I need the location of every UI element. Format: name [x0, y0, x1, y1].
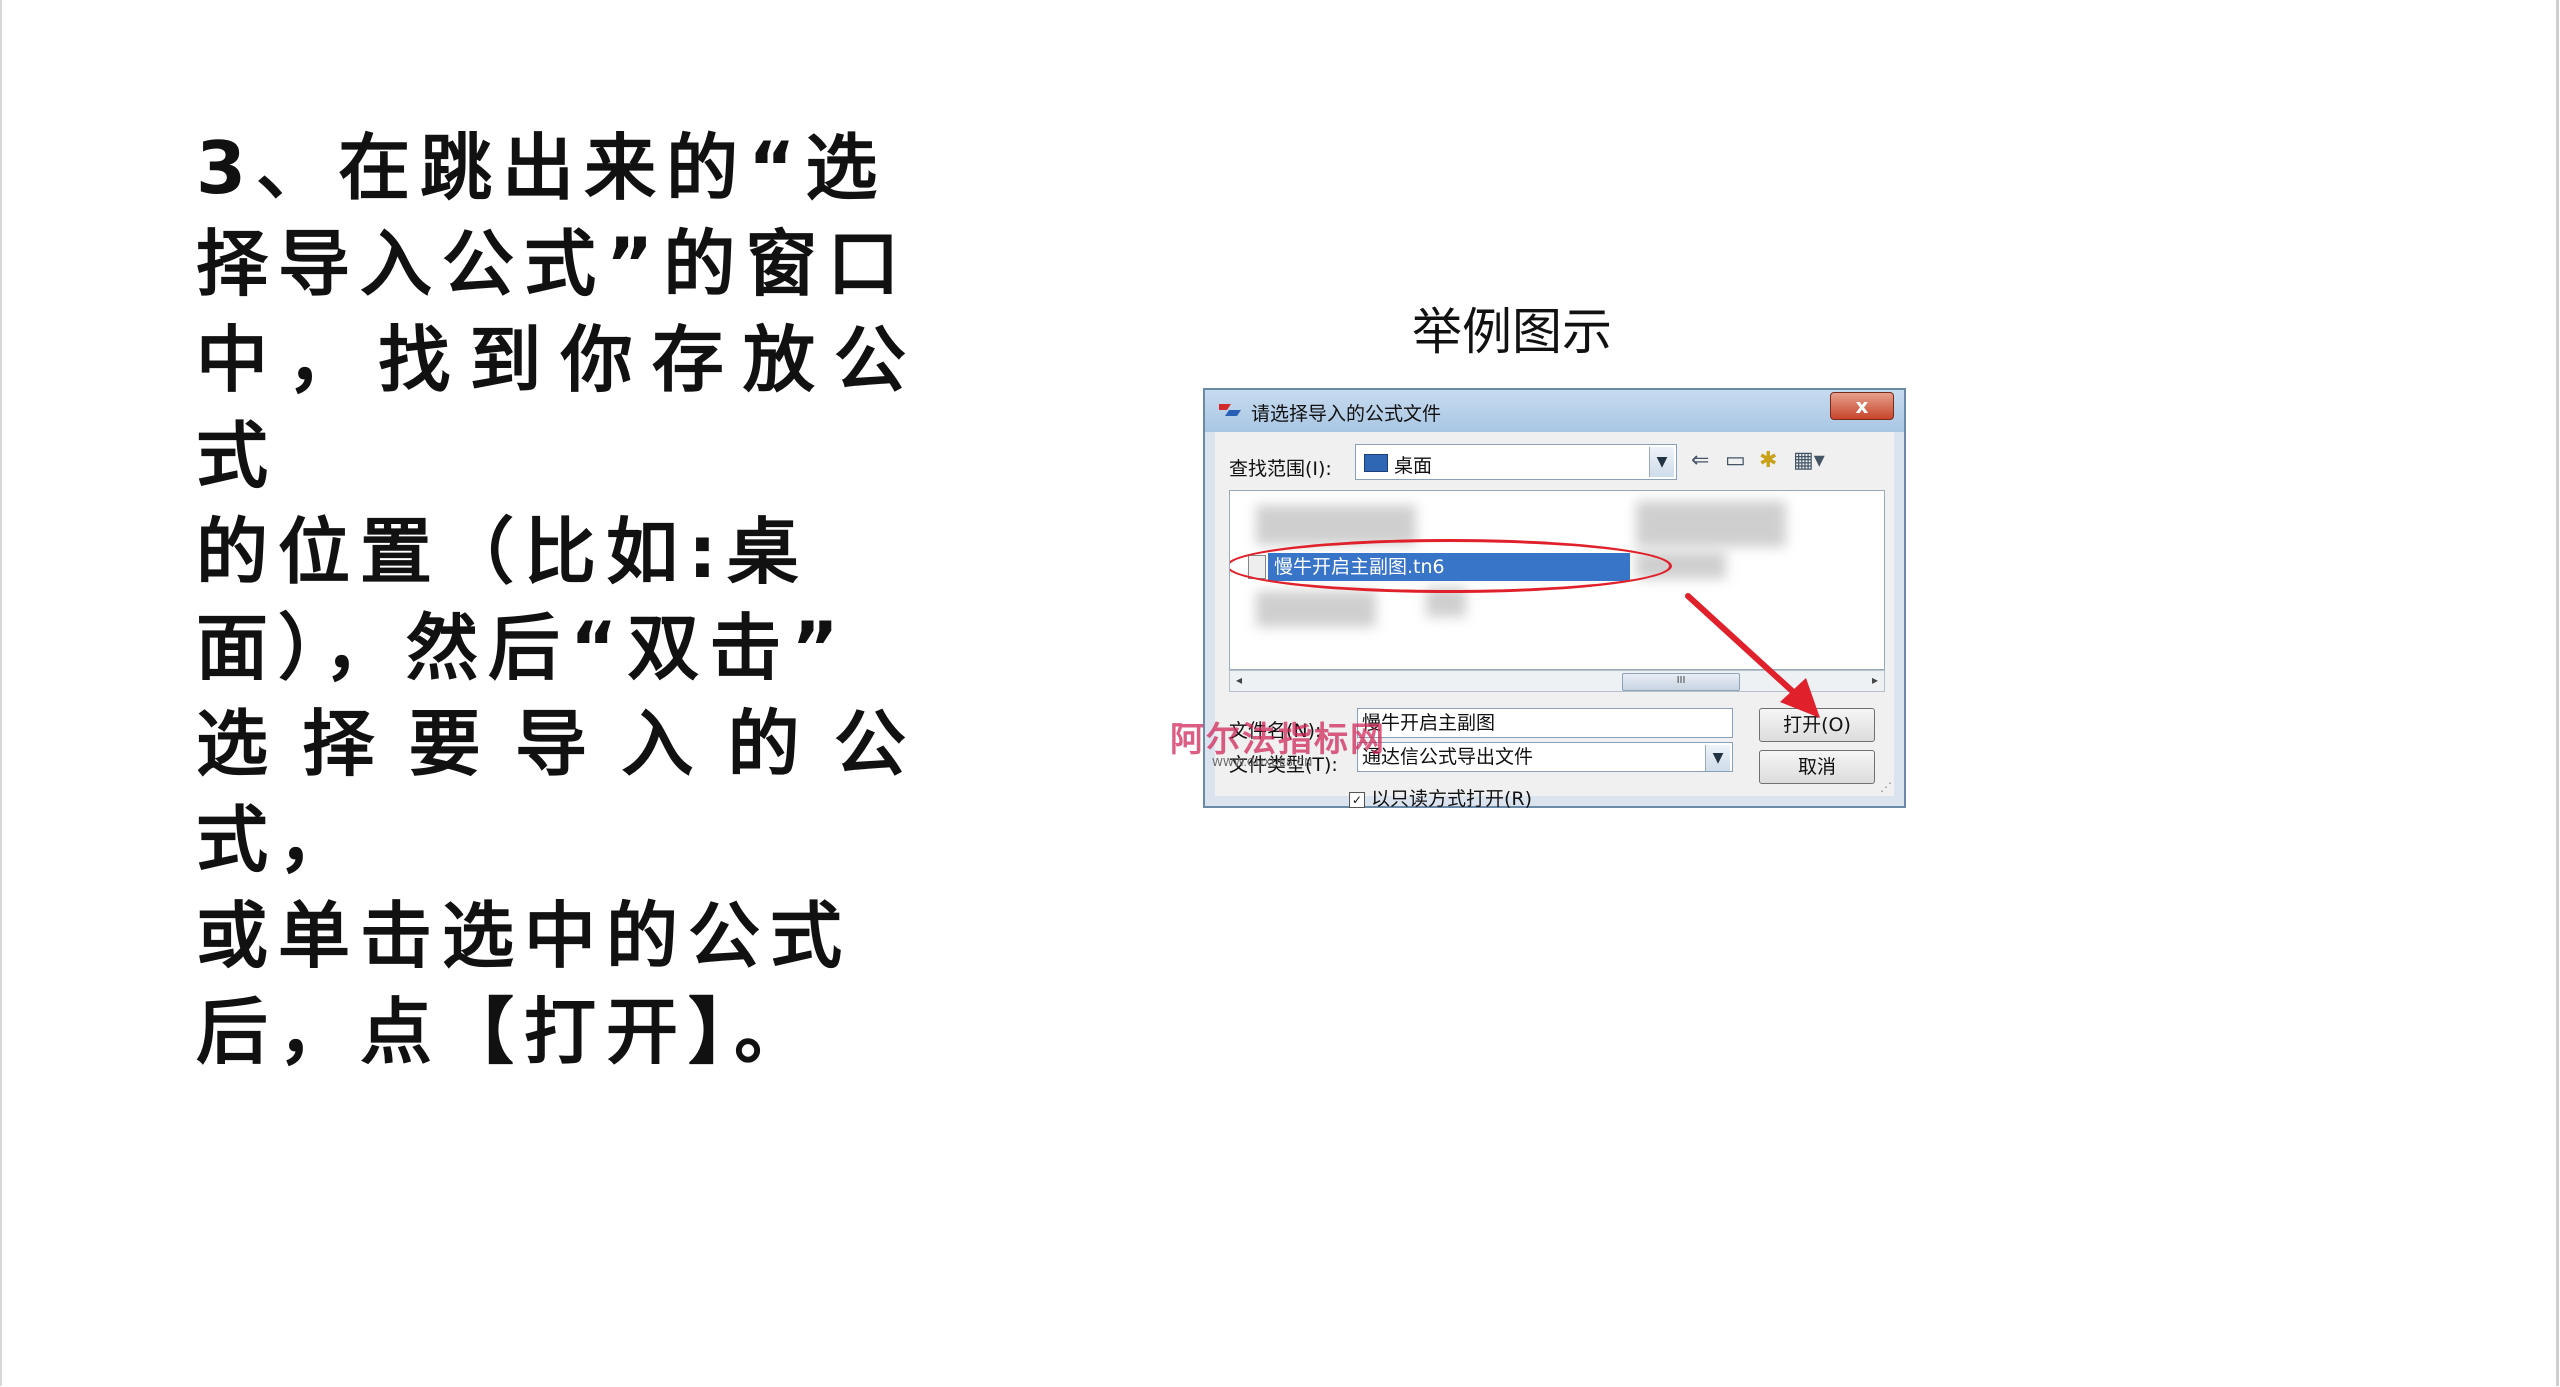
cancel-button[interactable]: 取消 [1759, 750, 1875, 784]
view-menu-icon[interactable]: ▦▾ [1793, 448, 1825, 473]
scroll-right-icon[interactable]: ▸ [1872, 673, 1878, 687]
file-type-select[interactable]: 通达信公式导出文件 ▼ [1357, 742, 1733, 772]
instruction-line: 3、在跳出来的“选 [196, 126, 888, 210]
app-logo-icon [1219, 404, 1241, 416]
instruction-line: 的位置（比如:桌 [196, 510, 809, 594]
back-icon[interactable]: ⇐ [1691, 448, 1709, 473]
close-button[interactable]: x [1830, 392, 1894, 420]
readonly-checkbox-row[interactable]: ✓ 以只读方式打开(R) [1349, 784, 1532, 811]
chevron-down-icon[interactable]: ▼ [1649, 447, 1674, 477]
instruction-line: 择导入公式”的窗口 [196, 222, 910, 306]
instruction-line: 面），然后“双击” [196, 606, 849, 690]
file-name-input[interactable]: 慢牛开启主副图 [1357, 708, 1733, 738]
resize-grip-icon[interactable]: ⋰ [1880, 780, 1892, 794]
watermark-text: 阿尔法指标网 [1170, 720, 1386, 760]
file-type-value: 通达信公式导出文件 [1362, 746, 1534, 768]
up-folder-icon[interactable]: ▭ [1725, 448, 1746, 473]
instruction-text: 3、在跳出来的“选 择导入公式”的窗口 中，找到你存放公式 的位置（比如:桌 面… [196, 120, 916, 1080]
instruction-line: 后，点【打开】。 [196, 990, 817, 1074]
readonly-label: 以只读方式打开(R) [1371, 788, 1533, 810]
readonly-checkbox[interactable]: ✓ [1349, 791, 1365, 808]
example-caption: 举例图示 [1412, 303, 1612, 361]
instruction-line: 或单击选中的公式 [196, 894, 853, 978]
chevron-down-icon[interactable]: ▼ [1705, 745, 1730, 771]
desktop-icon [1364, 454, 1388, 472]
blurred-item [1256, 591, 1376, 627]
instruction-line: 中，找到你存放公式 [196, 318, 916, 498]
look-in-label: 查找范围(I): [1229, 458, 1332, 480]
new-folder-icon[interactable]: ✱ [1759, 448, 1777, 473]
dialog-titlebar[interactable]: 请选择导入的公式文件 x [1205, 390, 1904, 432]
scroll-left-icon[interactable]: ◂ [1236, 673, 1242, 687]
pointer-arrow-icon [1685, 593, 1820, 718]
close-icon: x [1855, 394, 1869, 418]
dialog-title: 请选择导入的公式文件 [1251, 403, 1442, 425]
instruction-line: 选择要导入的公式， [196, 702, 916, 882]
look-in-select[interactable]: 桌面 ▼ [1355, 444, 1677, 480]
highlight-ellipse [1230, 539, 1672, 593]
look-in-value: 桌面 [1394, 455, 1433, 477]
watermark-url: WWW.GUXUE8.CN [1212, 756, 1313, 769]
blurred-item [1636, 501, 1786, 547]
